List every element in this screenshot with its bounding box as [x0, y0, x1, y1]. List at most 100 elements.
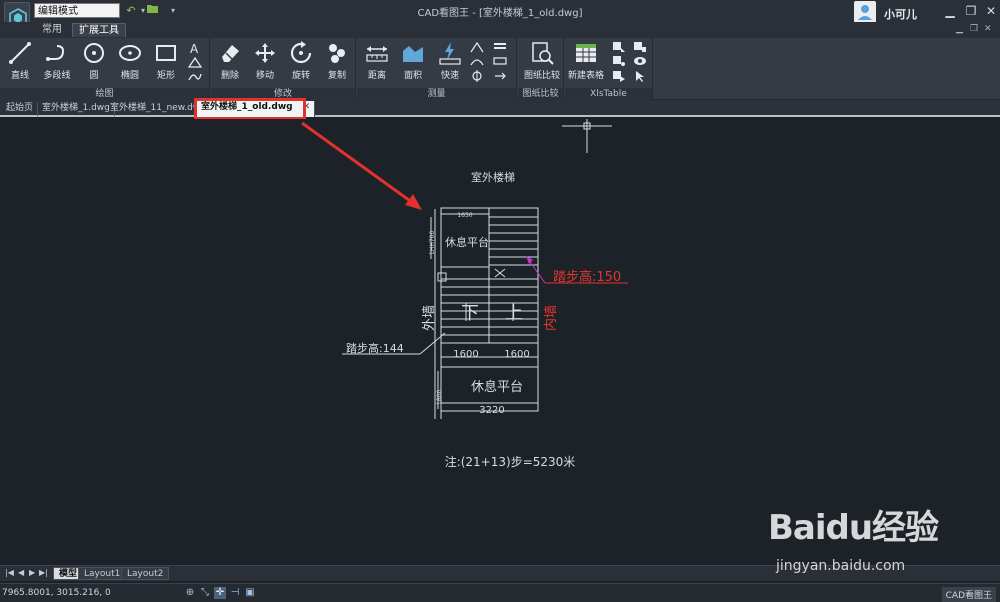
triangle-icon[interactable] [188, 56, 202, 68]
dim-total: 3220 [479, 405, 504, 416]
move-icon [255, 43, 275, 63]
move-tool-button[interactable]: 移动 [248, 41, 282, 85]
outer-wall-label: 外墙 [422, 305, 437, 331]
step-height-left-label: 踏步高:144 [346, 341, 404, 355]
line-tool-button[interactable]: 直线 [3, 41, 37, 85]
line-icon [9, 42, 31, 64]
rotate-tool-button[interactable]: 旋转 [284, 41, 318, 85]
dim-vertical-top: 1HH700 [429, 231, 436, 255]
restore-button[interactable]: ❐ [962, 3, 980, 19]
angle-measure-icon[interactable] [470, 41, 484, 53]
cursor-coordinates: 7965.8001, 3015.216, 0 [2, 588, 111, 598]
group-compare-title: 图纸比较 [518, 88, 563, 100]
spline-icon[interactable] [188, 71, 202, 83]
doc-minimize-icon[interactable]: ▁ [956, 24, 963, 34]
drawing-canvas[interactable]: 室外楼梯 休息平台 休息平台 下 上 1600 1600 3220 1650 1… [0, 119, 1000, 565]
circle-tool-button[interactable]: 圆 [77, 41, 111, 85]
app-window: 编辑模式 ↶ ▾ ▾ CAD看图王 - [室外楼梯_1_old.dwg] 小可儿… [0, 0, 1000, 602]
measure-settings-icon[interactable] [493, 55, 507, 67]
status-brand: CAD看图王 [941, 587, 996, 602]
zoom-icon[interactable]: ⊕ [184, 587, 196, 599]
measure-export-icon[interactable] [493, 70, 507, 82]
distance-tool-button[interactable]: 距离 [360, 41, 394, 85]
rectangle-tool-button[interactable]: 矩形 [149, 41, 183, 85]
ribbon-tab-bar: 常用 扩展工具 ▁ ❐ ✕ [0, 22, 1000, 38]
baidu-watermark: Baidu经验 jingyan.baidu.com [768, 500, 948, 580]
quick-measure-icon [439, 42, 461, 65]
new-table-button[interactable]: 新建表格 [567, 41, 605, 85]
layout-tab-layout1[interactable]: Layout1 [78, 567, 127, 580]
table-export-icon[interactable] [633, 41, 647, 53]
last-layout-icon[interactable]: ▶| [39, 568, 48, 577]
ellipse-icon [119, 45, 141, 61]
landing-top-label: 休息平台 [445, 235, 489, 249]
quick-access-dropdown-icon[interactable]: ▾ [166, 4, 180, 18]
svg-text:A: A [190, 42, 199, 54]
title-bar: 编辑模式 ↶ ▾ ▾ CAD看图王 - [室外楼梯_1_old.dwg] 小可儿… [0, 0, 1000, 32]
table-select-icon[interactable] [612, 70, 626, 82]
dim-vertical-bottom: 1800 [436, 390, 443, 405]
minimize-button[interactable]: ▁ [941, 3, 959, 19]
table-insert-icon[interactable] [612, 41, 626, 53]
delete-tool-button[interactable]: 删除 [213, 41, 247, 85]
status-bar: 7965.8001, 3015.216, 0 ⊕ ⤡ ✛ ⊣ ▣ CAD看图王 [0, 583, 1000, 602]
doc-tab-start-page[interactable]: 起始页 [2, 102, 39, 116]
quick-measure-button[interactable]: 快速 [433, 41, 467, 85]
group-xlstable: 新建表格 XlsTable [565, 38, 653, 100]
dim-top: 1650 [457, 212, 472, 219]
eraser-icon [222, 45, 239, 62]
next-layout-icon[interactable]: ▶ [29, 568, 35, 577]
crosshair-cursor [562, 119, 612, 153]
area-icon [403, 46, 423, 62]
polyline-icon [46, 45, 65, 61]
table-view-icon[interactable] [633, 55, 647, 67]
measure-list-icon[interactable] [493, 41, 507, 53]
group-compare: 图纸比较 图纸比较 [518, 38, 564, 100]
grid-snap-icon[interactable]: ✛ [214, 587, 226, 599]
table-pointer-icon[interactable] [633, 70, 647, 82]
user-avatar[interactable] [854, 1, 876, 23]
doc-tab-stairs-1[interactable]: 室外楼梯_1.dwg [38, 102, 115, 116]
annotation-arrow [301, 121, 422, 210]
rectangle-icon [156, 45, 176, 61]
tab-common[interactable]: 常用 [36, 23, 68, 37]
group-xlstable-title: XlsTable [565, 88, 652, 100]
group-measure: 距离 面积 快速 测量 [357, 38, 517, 100]
down-label: 下 [461, 303, 479, 324]
up-label: 上 [505, 303, 523, 324]
drawing-note: 注:(21+13)步=5230米 [445, 454, 576, 469]
area-tool-button[interactable]: 面积 [396, 41, 430, 85]
ortho-icon[interactable]: ⊣ [229, 587, 241, 599]
mode-select[interactable]: 编辑模式 [34, 3, 120, 18]
group-measure-title: 测量 [357, 88, 516, 100]
coordinate-icon[interactable] [470, 70, 484, 82]
circle-icon [84, 43, 104, 63]
snap-icon[interactable]: ⤡ [199, 587, 211, 599]
drawing-compare-button[interactable]: 图纸比较 [523, 41, 561, 85]
layout-tab-layout2[interactable]: Layout2 [121, 567, 170, 580]
polyline-tool-button[interactable]: 多段线 [40, 41, 74, 85]
object-snap-icon[interactable]: ▣ [244, 587, 256, 599]
distance-icon [366, 46, 388, 62]
arc-length-icon[interactable] [470, 55, 484, 67]
user-name[interactable]: 小可儿 [884, 6, 917, 22]
table-edit-icon[interactable] [612, 55, 626, 67]
ribbon-panel: 直线 多段线 圆 椭圆 矩形 A 绘图 删除 移动 旋转 复制 修改 距离 面积… [0, 38, 1000, 100]
first-layout-icon[interactable]: |◀ [5, 568, 14, 577]
annotation-highlight-box [194, 98, 306, 120]
doc-restore-icon[interactable]: ❐ [970, 24, 978, 34]
step-height-right-label: 踏步高:150 [553, 269, 621, 285]
doc-close-icon[interactable]: ✕ [984, 24, 992, 34]
landing-bottom-label: 休息平台 [471, 379, 523, 395]
prev-layout-icon[interactable]: ◀ [18, 568, 24, 577]
drawing-svg: 室外楼梯 休息平台 休息平台 下 上 1600 1600 3220 1650 1… [301, 119, 628, 469]
ellipse-tool-button[interactable]: 椭圆 [113, 41, 147, 85]
copy-tool-button[interactable]: 复制 [320, 41, 354, 85]
tab-extended-tools[interactable]: 扩展工具 [72, 23, 126, 37]
text-icon[interactable]: A [188, 42, 202, 54]
copy-icon [329, 44, 345, 63]
close-button[interactable]: ✕ [982, 3, 1000, 19]
open-folder-icon[interactable] [146, 4, 160, 18]
compare-icon [532, 42, 554, 65]
group-modify: 删除 移动 旋转 复制 修改 [211, 38, 356, 100]
